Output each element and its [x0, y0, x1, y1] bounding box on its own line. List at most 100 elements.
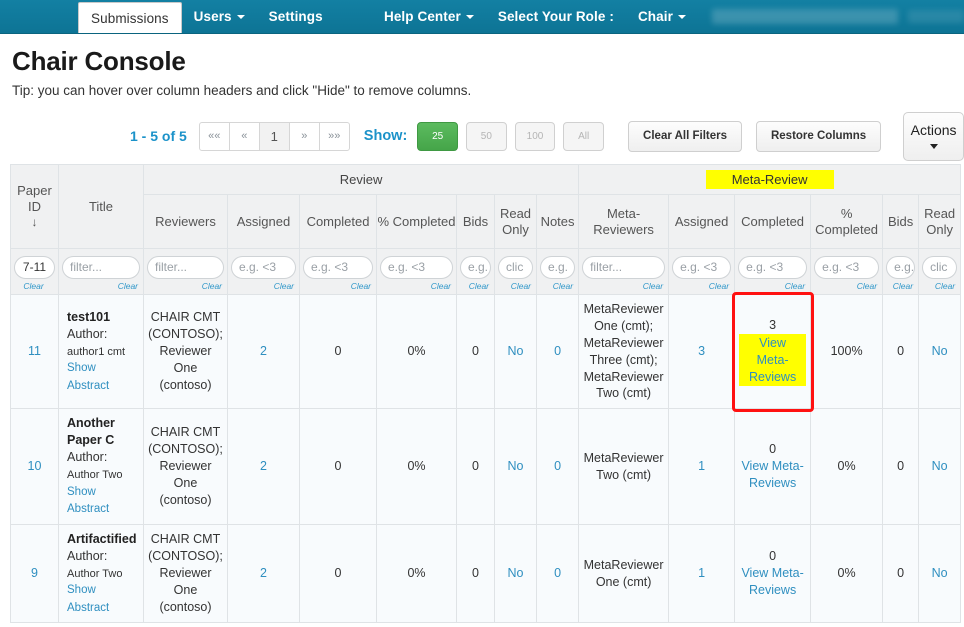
pagination-first[interactable]: «« [198, 121, 230, 151]
clear-filter-notes[interactable]: Clear [540, 281, 575, 291]
assigned-link[interactable]: 2 [260, 566, 267, 580]
page-size-25[interactable]: 25 [417, 121, 458, 151]
clear-filter-m_completed[interactable]: Clear [738, 281, 807, 291]
filter-input-m_assigned[interactable]: e.g. <3 [672, 256, 732, 279]
filter-input-bids[interactable]: e.g. [460, 256, 491, 279]
col-header-assigned[interactable]: Assigned [227, 194, 300, 249]
page-size-100[interactable]: 100 [514, 121, 556, 151]
show-abstract-link[interactable]: Show Abstract [67, 362, 109, 392]
read-only-link[interactable]: No [508, 459, 524, 473]
filter-input-completed[interactable]: e.g. <3 [303, 256, 373, 279]
notes-link[interactable]: 0 [554, 459, 561, 473]
pagination-prev[interactable]: « [228, 121, 260, 151]
meta-assigned-link[interactable]: 1 [698, 566, 705, 580]
clear-filter-meta_reviewers[interactable]: Clear [582, 281, 665, 291]
clear-filter-completed[interactable]: Clear [303, 281, 373, 291]
meta-read-only-link[interactable]: No [932, 344, 948, 358]
view-meta-reviews-link[interactable]: View Meta-Reviews [739, 333, 807, 387]
col-header-meta-bids[interactable]: Bids [882, 194, 920, 249]
nav-tab-users[interactable]: Users [182, 0, 257, 33]
col-header-meta-pct-completed[interactable]: % Completed [810, 194, 884, 249]
meta-assigned-link[interactable]: 1 [698, 459, 705, 473]
read-only-link[interactable]: No [508, 344, 524, 358]
meta-assigned-link[interactable]: 3 [698, 344, 705, 358]
assigned-link[interactable]: 2 [260, 459, 267, 473]
col-header-pct-completed[interactable]: % Completed [376, 194, 457, 249]
meta-bids-value: 0 [897, 344, 905, 359]
clear-filter-title[interactable]: Clear [62, 281, 140, 291]
filter-input-read_only[interactable]: clic [498, 256, 533, 279]
restore-columns-button[interactable]: Restore Columns [755, 120, 882, 152]
page-header: Chair Console Tip: you can hover over co… [0, 46, 964, 98]
filter-input-title[interactable]: filter... [62, 256, 140, 279]
page-size-all[interactable]: All [563, 121, 605, 151]
show-abstract-link[interactable]: Show Abstract [67, 486, 109, 516]
pagination-page-1[interactable]: 1 [258, 121, 290, 151]
sort-desc-icon[interactable]: ↓ [32, 215, 38, 229]
clear-filter-m_assigned[interactable]: Clear [672, 281, 731, 291]
table-row: 9 Artifactified Author: Author Two Show Abst… [10, 523, 962, 624]
meta-reviewers-text: MetaReviewer One (cmt); MetaReviewer Thr… [583, 302, 664, 401]
view-meta-reviews-link[interactable]: View Meta-Reviews [739, 458, 806, 492]
actions-button[interactable]: Actions [903, 111, 964, 161]
nav-tab-settings[interactable]: Settings [257, 0, 335, 33]
filter-cell-completed: e.g. <3 Clear [299, 248, 377, 295]
clear-filter-m_bids[interactable]: Clear [886, 281, 915, 291]
col-header-meta-assigned[interactable]: Assigned [668, 194, 736, 249]
col-header-meta-read-only[interactable]: Read Only [918, 194, 962, 249]
col-header-title[interactable]: Title [58, 164, 144, 249]
meta-completed-value: 0 [769, 442, 777, 457]
paper-id-link[interactable]: 11 [28, 344, 41, 358]
filter-input-pct_completed[interactable]: e.g. <3 [380, 256, 453, 279]
assigned-link[interactable]: 2 [260, 344, 267, 358]
paper-title: Artifactified [67, 531, 137, 546]
clear-filter-m_read_only[interactable]: Clear [922, 281, 957, 291]
filter-input-notes[interactable]: e.g. [540, 256, 576, 279]
clear-filter-reviewers[interactable]: Clear [147, 281, 224, 291]
meta-reviewers-text: MetaReviewer One (cmt) [583, 557, 664, 589]
meta-read-only-link[interactable]: No [932, 459, 948, 473]
show-label: Show: [363, 128, 408, 144]
filter-input-assigned[interactable]: e.g. <3 [231, 256, 296, 279]
col-header-bids[interactable]: Bids [456, 194, 495, 249]
pagination-next[interactable]: » [288, 121, 320, 151]
col-header-meta-completed[interactable]: Completed [734, 194, 812, 249]
notes-link[interactable]: 0 [554, 566, 561, 580]
col-header-notes[interactable]: Notes [535, 194, 580, 249]
clear-filter-read_only[interactable]: Clear [498, 281, 533, 291]
filter-input-m_bids[interactable]: e.g. [886, 256, 916, 279]
filter-input-m_completed[interactable]: e.g. <3 [738, 256, 808, 279]
read-only-link[interactable]: No [508, 566, 524, 580]
filter-input-m_pct_completed[interactable]: e.g. <3 [814, 256, 880, 279]
col-header-meta-reviewers[interactable]: Meta-Reviewers [578, 194, 670, 249]
notes-link[interactable]: 0 [554, 344, 561, 358]
cell-title: Artifactified Author: Author Two Show Abstr… [58, 523, 144, 624]
paper-id-link[interactable]: 10 [28, 459, 42, 473]
view-meta-reviews-link[interactable]: View Meta-Reviews [739, 565, 806, 599]
filter-input-meta_reviewers[interactable]: filter... [582, 256, 666, 279]
clear-filter-m_pct_completed[interactable]: Clear [814, 281, 879, 291]
author-name: Author Two [67, 468, 123, 481]
cell-pct-completed: 0% [376, 293, 457, 410]
nav-role-chair[interactable]: Chair [626, 0, 698, 33]
col-header-paper-id[interactable]: Paper ID ↓ [10, 164, 59, 249]
clear-filter-assigned[interactable]: Clear [231, 281, 296, 291]
nav-tab-submissions[interactable]: Submissions [78, 2, 182, 33]
meta-read-only-link[interactable]: No [932, 566, 948, 580]
clear-filter-bids[interactable]: Clear [460, 281, 491, 291]
filter-input-paper_id[interactable]: 7-11 [14, 256, 55, 279]
col-header-completed[interactable]: Completed [299, 194, 377, 249]
col-header-read-only[interactable]: Read Only [494, 194, 537, 249]
cell-reviewers: CHAIR CMT (CONTOSO); Reviewer One (conto… [143, 408, 228, 525]
pagination-last[interactable]: »» [318, 121, 350, 151]
show-abstract-link[interactable]: Show Abstract [67, 584, 109, 614]
clear-all-filters-button[interactable]: Clear All Filters [628, 120, 742, 152]
paper-id-link[interactable]: 9 [31, 566, 38, 580]
col-header-reviewers[interactable]: Reviewers [143, 194, 228, 249]
filter-input-reviewers[interactable]: filter... [147, 256, 224, 279]
page-size-50[interactable]: 50 [465, 121, 507, 151]
clear-filter-pct_completed[interactable]: Clear [380, 281, 453, 291]
filter-input-m_read_only[interactable]: clic [922, 256, 958, 279]
nav-help-center[interactable]: Help Center [372, 0, 486, 33]
clear-filter-paper_id[interactable]: Clear [14, 281, 55, 291]
